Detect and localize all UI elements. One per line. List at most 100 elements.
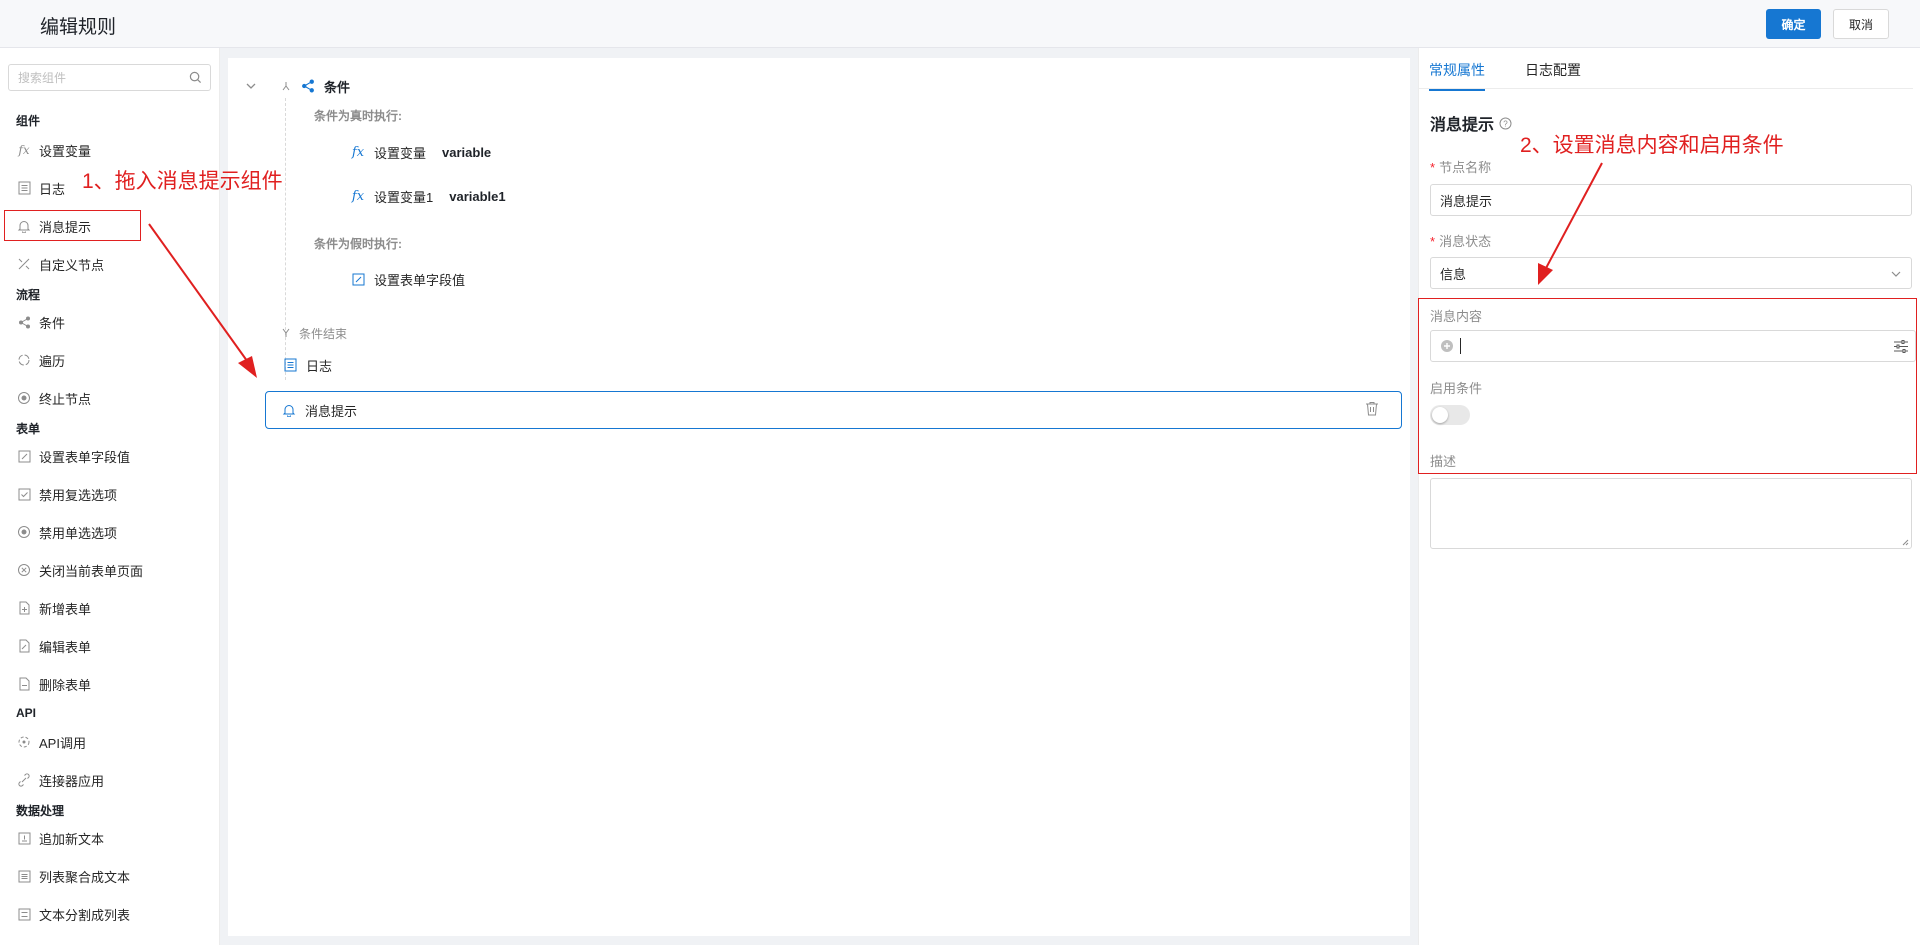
file-delete-icon <box>16 676 32 692</box>
chevron-down-icon[interactable] <box>245 80 257 92</box>
sidebar-item-label: 设置变量 <box>39 143 92 159</box>
form-edit-icon <box>16 448 32 464</box>
sidebar-item-close-form[interactable]: 关闭当前表单页面 <box>16 558 143 582</box>
share-icon <box>16 314 32 330</box>
list-icon <box>16 868 32 884</box>
required-mark: * <box>1430 160 1436 175</box>
set-variable1-node[interactable]: fx 设置变量1 variable1 <box>350 184 506 208</box>
section-data: 数据处理 <box>16 804 65 818</box>
sidebar-item-label: 追加新文本 <box>39 831 105 847</box>
cancel-button[interactable]: 取消 <box>1833 9 1889 39</box>
api-icon <box>16 734 32 750</box>
bell-icon <box>281 402 297 418</box>
sidebar-item-end-node[interactable]: 终止节点 <box>16 386 91 410</box>
sidebar-item-label: 自定义节点 <box>39 257 105 273</box>
sidebar-item-disable-radio[interactable]: 禁用单选选项 <box>16 520 117 544</box>
log-icon <box>282 357 298 373</box>
highlight-box-content-settings <box>1418 298 1917 474</box>
svg-text:?: ? <box>1503 119 1508 128</box>
sidebar-item-disable-checkbox[interactable]: 禁用复选选项 <box>16 482 117 506</box>
section-api: API <box>16 706 37 720</box>
condition-node[interactable]: 条件 <box>300 74 350 98</box>
branch-icon <box>282 82 290 91</box>
checkbox-icon <box>16 486 32 502</box>
sidebar-item-label: API调用 <box>39 735 86 751</box>
sidebar-item-add-form[interactable]: 新增表单 <box>16 596 91 620</box>
status-label: * 消息状态 <box>1430 234 1492 249</box>
set-field-node[interactable]: 设置表单字段值 <box>350 267 465 291</box>
message-node[interactable]: 消息提示 <box>265 391 1402 429</box>
false-branch-label: 条件为假时执行: <box>314 237 402 251</box>
node-label: 消息提示 <box>305 403 358 419</box>
resize-handle-icon[interactable] <box>1901 538 1909 546</box>
top-bar: 编辑规则 确定 取消 <box>0 0 1920 48</box>
file-add-icon <box>16 600 32 616</box>
stop-icon <box>16 390 32 406</box>
help-icon[interactable]: ? <box>1499 117 1512 130</box>
sidebar-item-label: 编辑表单 <box>39 639 92 655</box>
sidebar-item-set-variable[interactable]: fx 设置变量 <box>16 138 91 162</box>
section-title: 消息提示 <box>1430 117 1495 134</box>
sidebar-item-condition[interactable]: 条件 <box>16 310 65 334</box>
function-icon: fx <box>351 144 365 160</box>
sidebar-item-label: 关闭当前表单页面 <box>39 563 144 579</box>
sidebar-item-loop[interactable]: 遍历 <box>16 348 65 372</box>
sidebar-item-label: 禁用单选选项 <box>39 525 118 541</box>
node-label: 设置变量1 <box>374 189 434 205</box>
log-node[interactable]: 日志 <box>282 353 332 377</box>
true-branch-label: 条件为真时执行: <box>314 109 402 123</box>
status-select[interactable]: 信息 <box>1430 257 1912 289</box>
text-add-icon <box>16 830 32 846</box>
condition-label: 条件 <box>324 79 351 95</box>
confirm-button[interactable]: 确定 <box>1766 9 1821 39</box>
section-components: 组件 <box>16 114 41 128</box>
node-name-input[interactable]: 消息提示 <box>1430 184 1912 216</box>
share-icon <box>300 78 316 94</box>
trash-icon[interactable] <box>1365 401 1379 417</box>
radio-icon <box>16 524 32 540</box>
flow-canvas[interactable]: 条件 条件为真时执行: fx 设置变量 variable fx 设置变量1 va… <box>228 58 1410 936</box>
sidebar-item-edit-form[interactable]: 编辑表单 <box>16 634 91 658</box>
loop-icon <box>16 352 32 368</box>
link-icon <box>16 772 32 788</box>
sidebar-item-text-split[interactable]: 文本分割成列表 <box>16 902 130 926</box>
sidebar-item-label: 日志 <box>39 181 66 197</box>
search-icon[interactable] <box>189 71 202 84</box>
section-header: 消息提示 ? <box>1430 111 1512 135</box>
tab-general[interactable]: 常规属性 <box>1429 60 1485 91</box>
sidebar-item-custom-node[interactable]: 自定义节点 <box>16 252 104 276</box>
log-icon <box>16 180 32 196</box>
sidebar-item-label: 条件 <box>39 315 66 331</box>
sidebar-item-label: 禁用复选选项 <box>39 487 118 503</box>
tools-icon <box>16 256 32 272</box>
file-edit-icon <box>16 638 32 654</box>
sidebar-item-list-join[interactable]: 列表聚合成文本 <box>16 864 130 888</box>
text-split-icon <box>16 906 32 922</box>
annotation-step1: 1、拖入消息提示组件 <box>82 170 283 193</box>
function-icon: fx <box>18 143 30 157</box>
sidebar-item-log[interactable]: 日志 <box>16 176 65 200</box>
sidebar-item-label: 连接器应用 <box>39 773 105 789</box>
component-search[interactable] <box>8 64 211 91</box>
tab-log-config[interactable]: 日志配置 <box>1525 60 1581 89</box>
description-textarea[interactable] <box>1430 478 1912 549</box>
variable-name: variable <box>442 144 492 160</box>
sidebar-item-label: 设置表单字段值 <box>39 449 131 465</box>
search-input[interactable] <box>9 65 179 90</box>
function-icon: fx <box>351 188 365 204</box>
sidebar-item-append-text[interactable]: 追加新文本 <box>16 826 104 850</box>
sidebar-item-label: 列表聚合成文本 <box>39 869 131 885</box>
sidebar-item-set-field[interactable]: 设置表单字段值 <box>16 444 130 468</box>
sidebar-item-label: 新增表单 <box>39 601 92 617</box>
sidebar-item-api-call[interactable]: API调用 <box>16 730 86 754</box>
sidebar-item-label: 遍历 <box>39 353 66 369</box>
sidebar-item-connector[interactable]: 连接器应用 <box>16 768 104 792</box>
sidebar-item-delete-form[interactable]: 删除表单 <box>16 672 91 696</box>
properties-panel: 常规属性 日志配置 消息提示 ? * 节点名称 消息提示 * 消息状态 信息 消息内… <box>1418 48 1920 945</box>
section-form: 表单 <box>16 422 41 436</box>
set-variable-node[interactable]: fx 设置变量 variable <box>350 140 491 164</box>
sidebar-item-label: 终止节点 <box>39 391 92 407</box>
status-value: 信息 <box>1440 266 1467 282</box>
sidebar-item-label: 删除表单 <box>39 677 92 693</box>
condition-end-label: 条件结束 <box>299 327 348 341</box>
